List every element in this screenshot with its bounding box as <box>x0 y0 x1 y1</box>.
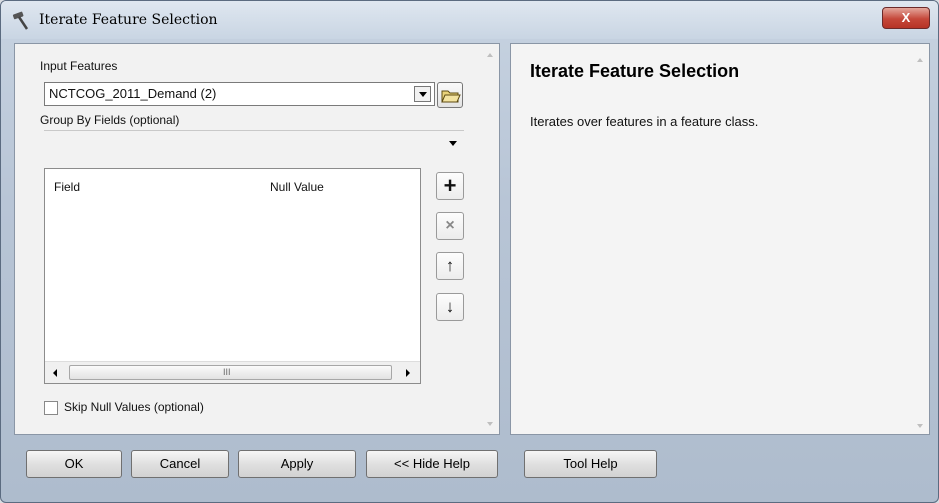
group-by-field[interactable] <box>44 130 464 131</box>
help-pane: Iterate Feature Selection Iterates over … <box>510 43 930 435</box>
scroll-down-icon[interactable] <box>917 424 923 428</box>
move-down-button[interactable]: ↓ <box>436 293 464 321</box>
input-features-dropdown[interactable]: NCTCOG_2011_Demand (2) <box>44 82 435 106</box>
scroll-grip: III <box>223 367 231 377</box>
remove-field-button[interactable]: × <box>436 212 464 240</box>
group-by-fields-table[interactable]: Field Null Value III <box>44 168 421 384</box>
parameters-pane: Input Features NCTCOG_2011_Demand (2) Gr… <box>14 43 500 435</box>
column-header-field[interactable]: Field <box>54 180 80 194</box>
table-header: Field Null Value <box>45 169 420 197</box>
horizontal-scrollbar[interactable]: III <box>45 361 420 383</box>
skip-null-checkbox[interactable] <box>44 401 58 415</box>
arrow-down-icon: ↓ <box>445 297 455 316</box>
title-bar[interactable]: Iterate Feature Selection X <box>1 1 938 39</box>
cancel-button[interactable]: Cancel <box>131 450 229 478</box>
tool-help-button[interactable]: Tool Help <box>524 450 657 478</box>
hammer-icon <box>12 11 29 30</box>
arrow-up-icon: ↑ <box>445 256 455 275</box>
scroll-right-icon[interactable] <box>406 369 410 377</box>
help-title: Iterate Feature Selection <box>530 61 740 81</box>
help-text: Iterates over features in a feature clas… <box>530 114 759 129</box>
move-up-button[interactable]: ↑ <box>436 252 464 280</box>
chevron-down-icon[interactable] <box>414 86 431 102</box>
dialog-window: Iterate Feature Selection X Input Featur… <box>0 0 939 503</box>
x-icon: × <box>445 217 455 234</box>
add-field-button[interactable]: + <box>436 172 464 200</box>
hide-help-button[interactable]: << Hide Help <box>366 450 498 478</box>
scroll-down-icon[interactable] <box>487 422 493 426</box>
open-folder-icon <box>441 90 461 103</box>
plus-icon: + <box>443 173 457 198</box>
skip-null-label: Skip Null Values (optional) <box>64 400 204 414</box>
ok-button[interactable]: OK <box>26 450 122 478</box>
apply-button[interactable]: Apply <box>238 450 356 478</box>
scroll-thumb[interactable]: III <box>69 365 392 380</box>
window-title: Iterate Feature Selection <box>39 12 218 28</box>
scroll-up-icon[interactable] <box>917 58 923 62</box>
column-header-null-value[interactable]: Null Value <box>270 180 324 194</box>
scroll-up-icon[interactable] <box>487 53 493 57</box>
chevron-down-icon[interactable] <box>449 141 457 146</box>
input-features-value: NCTCOG_2011_Demand (2) <box>49 86 217 101</box>
input-features-label: Input Features <box>40 59 118 73</box>
group-by-label: Group By Fields (optional) <box>40 113 180 127</box>
scroll-left-icon[interactable] <box>53 369 57 377</box>
close-button[interactable]: X <box>882 7 930 29</box>
browse-button[interactable] <box>437 82 463 108</box>
